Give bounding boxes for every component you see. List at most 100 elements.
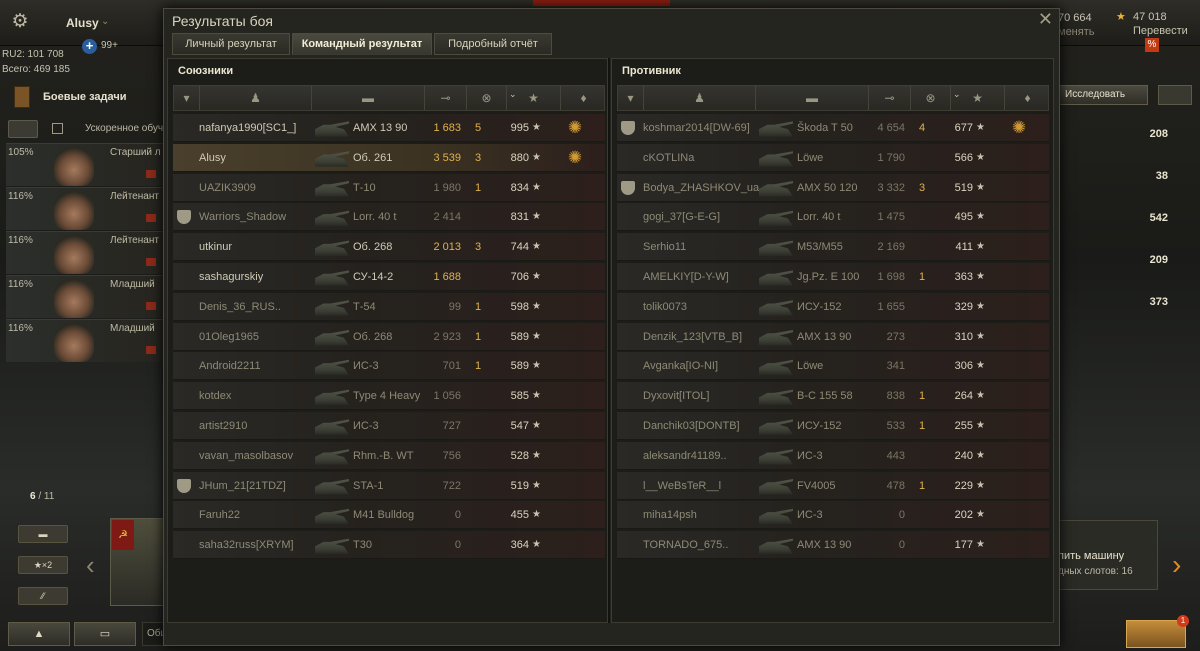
settings-gear-icon[interactable]: ⚙ (10, 12, 30, 32)
tab-detailed[interactable]: Подробный отчёт (434, 33, 552, 55)
player-row[interactable]: Dyxovit[ITOL] B-C 155 58 838 1 264 ★ (617, 382, 1049, 411)
crew-portrait (54, 234, 94, 274)
crew-member[interactable]: 116% Младший (6, 275, 166, 318)
xp-value: 363 (954, 271, 973, 283)
exchange-link[interactable]: менять (1058, 26, 1094, 38)
research-button[interactable]: Исследовать (1058, 85, 1148, 105)
player-row[interactable]: Serhio11 M53/M55 2 169 411 ★ (617, 233, 1049, 262)
contacts-button[interactable]: ▲ (8, 622, 70, 646)
player-row[interactable]: Denis_36_RUS.. Т-54 99 1 598 ★ (173, 292, 605, 321)
crew-icon[interactable] (8, 120, 38, 138)
player-row[interactable]: Bodya_ZHASHKOV_ua AMX 50 120 3 332 3 519 ★ (617, 173, 1049, 202)
player-row[interactable]: Faruh22 M41 Bulldog 0 455 ★ (173, 501, 605, 530)
player-sort-icon[interactable]: ♟ (200, 86, 312, 110)
kills-value (471, 382, 485, 410)
xp-value: 834 (510, 181, 529, 194)
vehicle-count: 6 / 11 (30, 491, 55, 502)
vehicle-name: ИСУ-152 (797, 300, 842, 313)
tank-carousel-card[interactable]: ☭ (110, 518, 168, 606)
crew-member[interactable]: 105% Старший л (6, 143, 166, 186)
player-row[interactable]: vavan_masolbasov Rhm.-B. WT 756 528 ★ (173, 441, 605, 470)
star-icon: ★ (532, 360, 541, 372)
kills-sort-icon[interactable]: ⊗ (911, 86, 951, 110)
x2-filter-button[interactable]: ★×2 (18, 556, 68, 574)
crew-member[interactable]: 116% Лейтенант (6, 187, 166, 230)
kills-sort-icon[interactable]: ⊗ (467, 86, 507, 110)
player-row[interactable]: koshmar2014[DW-69] Škoda T 50 4 654 4 677 ★ ✺ (617, 114, 1049, 142)
player-row[interactable]: AMELKIY[D-Y-W] Jg.Pz. E 100 1 698 1 363 ★ (617, 263, 1049, 291)
player-row[interactable]: miha14psh ИС-3 0 202 ★ (617, 501, 1049, 530)
medal-icon[interactable]: ✺ (1009, 118, 1029, 138)
crew-member[interactable]: 116% Младший (6, 319, 166, 362)
player-row[interactable]: cKOTLINa Löwe 1 790 566 ★ (617, 143, 1049, 172)
player-row[interactable]: Denzik_123[VTB_B] AMX 13 90 273 310 ★ (617, 322, 1049, 351)
player-row[interactable]: Avganka[IO-NI] Löwe 341 306 ★ (617, 352, 1049, 381)
player-row[interactable]: UAZIK3909 Т-10 1 980 1 834 ★ (173, 173, 605, 202)
player-sort-icon[interactable]: ♟ (644, 86, 756, 110)
player-row[interactable]: TORNADO_675.. AMX 13 90 0 177 ★ (617, 531, 1049, 560)
crew-skill: 116% (8, 191, 33, 202)
star-icon: ★ (976, 151, 985, 163)
medal-sort-icon[interactable]: ♦ (561, 86, 606, 110)
player-row[interactable]: JHum_21[21TDZ] STA-1 722 519 ★ (173, 471, 605, 500)
player-row[interactable]: Warriors_Shadow Lorr. 40 t 2 414 831 ★ (173, 203, 605, 232)
player-row[interactable]: Danchik03[DONTB] ИСУ-152 533 1 255 ★ (617, 412, 1049, 440)
vehicle-stat: 38 (1155, 170, 1168, 182)
xp-sort-icon[interactable]: ★ ⌄ (507, 86, 561, 110)
player-row[interactable]: sashagurskiy СУ-14-2 1 688 706 ★ (173, 263, 605, 291)
tank-filter-button[interactable]: ▬ (18, 525, 68, 543)
xp-value: 547 (510, 420, 529, 432)
player-row[interactable]: nafanya1990[SC1_] AMX 13 90 1 683 5 995 ★ ✺ (173, 114, 605, 142)
transfer-link[interactable]: Перевести (1133, 25, 1188, 37)
vehicle-sort-icon[interactable]: ▬ (312, 86, 425, 110)
player-row[interactable]: saha32russ[XRYM] T30 0 364 ★ (173, 531, 605, 560)
star-icon: ★ (976, 271, 985, 282)
player-row[interactable]: 01Oleg1965 Об. 268 2 923 1 589 ★ (173, 322, 605, 351)
battle-button-edge[interactable] (533, 0, 670, 6)
xp-sort-icon[interactable]: ★ ⌄ (951, 86, 1005, 110)
player-row[interactable]: artist2910 ИС-3 727 547 ★ (173, 412, 605, 440)
damage-sort-icon[interactable]: ⊸ (869, 86, 911, 110)
clan-sort-icon[interactable]: ▾ (174, 86, 200, 110)
battle-missions-button[interactable]: Боевые задачи (8, 82, 163, 112)
player-name: Dyxovit[ITOL] (643, 390, 710, 403)
tank-icon (759, 151, 793, 167)
player-row[interactable]: Alusy Об. 261 3 539 3 880 ★ ✺ (173, 143, 605, 172)
player-row[interactable]: tolik0073 ИСУ-152 1 655 329 ★ (617, 292, 1049, 321)
username[interactable]: Alusy (66, 16, 99, 30)
premium-plus-icon[interactable]: + (82, 39, 97, 54)
tab-personal[interactable]: Личный результат (172, 33, 290, 55)
vehicle-sort-icon[interactable]: ▬ (756, 86, 869, 110)
tab-team[interactable]: Командный результат (292, 33, 432, 55)
chat-button[interactable]: ▭ (74, 622, 136, 646)
shell-filter-button[interactable]: ⁄⁄ (18, 587, 68, 605)
tech-tree-button[interactable] (1158, 85, 1192, 105)
player-row[interactable]: gogi_37[G-E-G] Lorr. 40 t 1 475 495 ★ (617, 203, 1049, 232)
player-row[interactable]: l__WeBsTeR__l FV4005 478 1 229 ★ (617, 471, 1049, 500)
crew-skill: 116% (8, 323, 33, 334)
damage-value: 1 056 (433, 390, 461, 403)
player-name: gogi_37[G-E-G] (643, 211, 721, 224)
carousel-right-icon[interactable]: › (1172, 549, 1181, 581)
player-row[interactable]: kotdex Type 4 Heavy 1 056 585 ★ (173, 382, 605, 411)
player-row[interactable]: Android2211 ИС-3 701 1 589 ★ (173, 352, 605, 381)
tank-icon (315, 121, 349, 137)
tank-icon (759, 478, 793, 495)
close-icon[interactable]: ✕ (1038, 9, 1053, 30)
damage-value: 99 (448, 300, 461, 313)
clan-sort-icon[interactable]: ▾ (618, 86, 644, 110)
medal-sort-icon[interactable]: ♦ (1005, 86, 1050, 110)
player-row[interactable]: aleksandr41189.. ИС-3 443 240 ★ (617, 441, 1049, 470)
damage-value: 2 169 (877, 241, 905, 254)
crew-member[interactable]: 116% Лейтенант (6, 231, 166, 274)
accel-checkbox[interactable] (52, 123, 63, 134)
player-row[interactable]: utkinur Об. 268 2 013 3 744 ★ (173, 233, 605, 262)
medal-icon[interactable]: ✺ (565, 118, 585, 138)
damage-sort-icon[interactable]: ⊸ (425, 86, 467, 110)
tank-icon (759, 210, 793, 227)
chevron-down-icon[interactable]: ⌄ (101, 16, 109, 27)
percent-badge[interactable]: % (1145, 38, 1159, 52)
medal-icon[interactable]: ✺ (565, 148, 585, 168)
carousel-left-icon[interactable]: ‹ (86, 550, 95, 581)
kills-value (915, 352, 929, 380)
